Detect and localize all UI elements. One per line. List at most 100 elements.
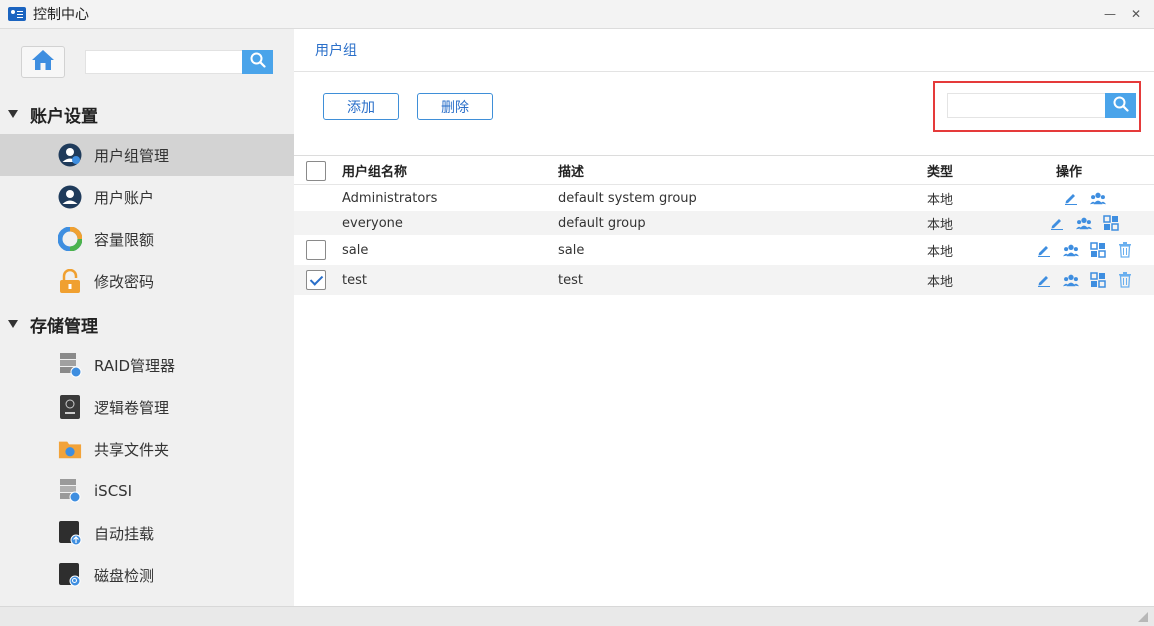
sidebar-item-raid-manager[interactable]: RAID管理器 [0, 344, 294, 386]
main-panel: 用户组 添加 删除 用户组名称 描述 类型 操作 Administrators … [294, 29, 1154, 606]
group-desc-cell: default system group [558, 190, 697, 206]
minimize-button[interactable]: — [1102, 6, 1118, 22]
sidebar-item-label: 容量限额 [94, 230, 155, 249]
column-header-type[interactable]: 类型 [927, 156, 953, 184]
group-desc-cell: default group [558, 215, 646, 231]
sidebar-item-label: iSCSI [94, 482, 133, 500]
sidebar-item-quota[interactable]: 容量限额 [0, 218, 294, 260]
row-checkbox[interactable] [306, 240, 326, 260]
row-actions [1014, 235, 1154, 265]
sidebar-item-iscsi[interactable]: iSCSI [0, 470, 294, 512]
group-name-cell: everyone [342, 215, 403, 231]
add-button[interactable]: 添加 [323, 93, 399, 120]
user-account-icon [58, 185, 82, 209]
group-desc-cell: sale [558, 242, 585, 258]
breadcrumb[interactable]: 用户组 [315, 40, 357, 60]
edit-icon[interactable] [1063, 190, 1079, 206]
control-center-icon [8, 7, 26, 21]
sidebar-item-change-password[interactable]: 修改密码 [0, 260, 294, 302]
members-icon[interactable] [1062, 272, 1079, 288]
sidebar-item-lvm[interactable]: 逻辑卷管理 [0, 386, 294, 428]
sidebar-item-label: RAID管理器 [94, 356, 176, 375]
lock-icon [58, 269, 82, 293]
edit-icon[interactable] [1036, 242, 1052, 258]
group-type-cell: 本地 [927, 274, 954, 290]
edit-icon[interactable] [1049, 215, 1065, 231]
table-row[interactable]: test test 本地 [294, 265, 1154, 295]
group-storage-management[interactable]: 存储管理 [0, 307, 294, 341]
delete-button[interactable]: 删除 [417, 93, 493, 120]
column-header-ops: 操作 [1056, 164, 1083, 180]
sidebar-item-label: 逻辑卷管理 [94, 398, 170, 417]
row-actions [1014, 265, 1154, 295]
sidebar-item-user-group[interactable]: 用户组管理 [0, 134, 294, 176]
raid-manager-icon [58, 353, 82, 378]
table-row[interactable]: sale sale 本地 [294, 235, 1154, 265]
group-search [947, 93, 1136, 118]
iscsi-icon [58, 479, 82, 503]
sidebar-item-label: 用户组管理 [94, 146, 170, 165]
resize-grip-icon[interactable] [1138, 612, 1148, 622]
group-type-cell: 本地 [927, 244, 954, 260]
sidebar-search-input[interactable] [85, 50, 242, 74]
sidebar-item-disk-check[interactable]: 磁盘检测 [0, 554, 294, 596]
group-desc-cell: test [558, 272, 583, 288]
sidebar-item-label: 用户账户 [94, 188, 155, 207]
sidebar-search [85, 50, 273, 74]
sidebar-item-user-account[interactable]: 用户账户 [0, 176, 294, 218]
permissions-icon[interactable] [1103, 215, 1119, 231]
row-actions [1014, 211, 1154, 235]
permissions-icon[interactable] [1089, 242, 1106, 258]
group-search-input[interactable] [947, 93, 1105, 118]
table-row[interactable]: Administrators default system group 本地 [294, 185, 1154, 211]
divider [294, 71, 1154, 72]
permissions-icon[interactable] [1089, 272, 1106, 288]
sidebar-item-shared-folder[interactable]: 共享文件夹 [0, 428, 294, 470]
search-icon [250, 52, 266, 72]
disk-check-icon [58, 563, 82, 587]
window-title: 控制中心 [33, 7, 89, 23]
auto-mount-icon [58, 521, 82, 546]
group-title: 账户设置 [30, 106, 98, 127]
search-icon [1113, 96, 1129, 116]
collapse-triangle-icon [8, 110, 18, 118]
sidebar-item-label: 修改密码 [94, 272, 155, 291]
group-search-button[interactable] [1105, 93, 1136, 118]
group-name-cell: Administrators [342, 190, 438, 206]
table-header: 用户组名称 描述 类型 操作 [294, 155, 1154, 185]
members-icon[interactable] [1076, 215, 1092, 231]
home-button[interactable] [21, 46, 65, 78]
group-title: 存储管理 [30, 316, 98, 337]
members-icon[interactable] [1089, 190, 1106, 206]
group-name-cell: test [342, 272, 367, 288]
members-icon[interactable] [1062, 242, 1079, 258]
trash-icon[interactable] [1117, 272, 1133, 288]
select-all-checkbox[interactable] [306, 161, 326, 181]
column-header-name[interactable]: 用户组名称 [342, 156, 407, 184]
close-button[interactable]: ✕ [1128, 6, 1144, 22]
column-header-desc[interactable]: 描述 [558, 156, 584, 184]
trash-icon[interactable] [1117, 242, 1133, 258]
group-type-cell: 本地 [927, 217, 954, 233]
edit-icon[interactable] [1036, 272, 1052, 288]
sidebar-search-button[interactable] [242, 50, 273, 74]
quota-pie-icon [58, 227, 82, 251]
status-bar [0, 606, 1154, 626]
user-group-table: 用户组名称 描述 类型 操作 Administrators default sy… [294, 155, 1154, 295]
home-icon [31, 49, 55, 75]
shared-folder-icon [58, 437, 82, 461]
sidebar: 账户设置 用户组管理 用户账户 容量限额 修改密码 存储管理 RAID管理器 逻… [0, 29, 294, 606]
sidebar-item-label: 自动挂载 [94, 524, 155, 543]
group-type-cell: 本地 [927, 192, 954, 208]
sidebar-item-auto-mount[interactable]: 自动挂载 [0, 512, 294, 554]
table-row[interactable]: everyone default group 本地 [294, 211, 1154, 235]
sidebar-item-label: 共享文件夹 [94, 440, 170, 459]
lvm-icon [58, 395, 82, 419]
group-account-settings[interactable]: 账户设置 [0, 97, 294, 131]
window-controls: — ✕ [1102, 6, 1144, 22]
group-name-cell: sale [342, 242, 369, 258]
sidebar-item-label: 磁盘检测 [94, 566, 155, 585]
row-checkbox-checked[interactable] [306, 270, 326, 290]
collapse-triangle-icon [8, 320, 18, 328]
row-actions [1014, 185, 1154, 211]
